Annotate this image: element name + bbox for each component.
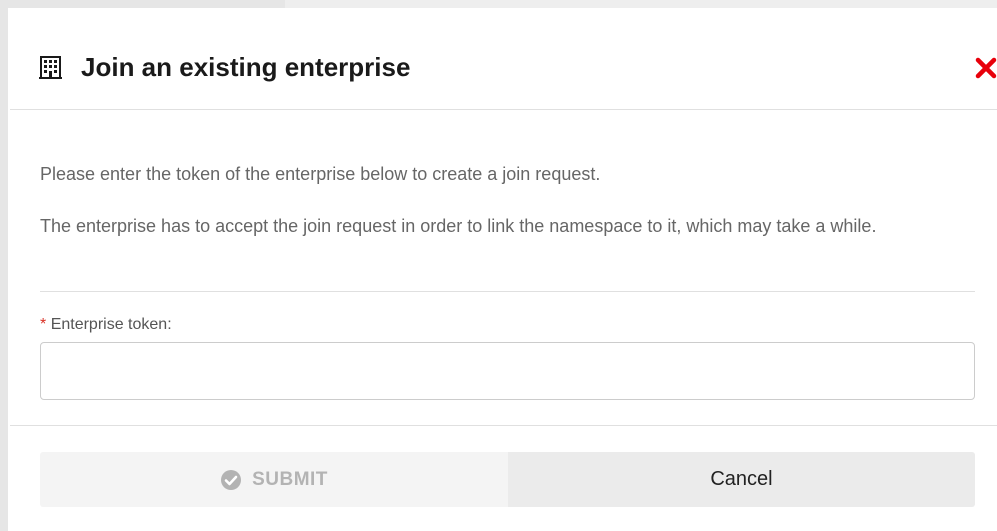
cancel-button[interactable]: Cancel [508, 452, 975, 507]
submit-button[interactable]: SUBMIT [40, 452, 508, 507]
footer-divider [10, 425, 997, 426]
enterprise-token-label-text: Enterprise token: [50, 316, 172, 333]
building-icon [39, 56, 62, 80]
enterprise-token-input[interactable] [40, 342, 975, 400]
enterprise-token-label: * Enterprise token: [40, 315, 172, 335]
cancel-label: Cancel [710, 468, 773, 490]
close-icon[interactable] [974, 56, 997, 80]
instruction-text: Please enter the token of the enterprise… [40, 164, 601, 184]
join-enterprise-dialog: Join an existing enterprise Please enter… [10, 10, 997, 531]
backdrop [285, 0, 997, 8]
dialog-header: Join an existing enterprise [10, 10, 997, 110]
submit-label: SUBMIT [252, 468, 328, 490]
required-marker: * [40, 316, 47, 333]
backdrop [0, 0, 8, 531]
note-text: The enterprise has to accept the join re… [40, 216, 877, 236]
dialog-title: Join an existing enterprise [81, 52, 411, 82]
close-button[interactable] [974, 56, 997, 80]
check-circle-icon [220, 469, 242, 491]
divider [40, 291, 975, 292]
